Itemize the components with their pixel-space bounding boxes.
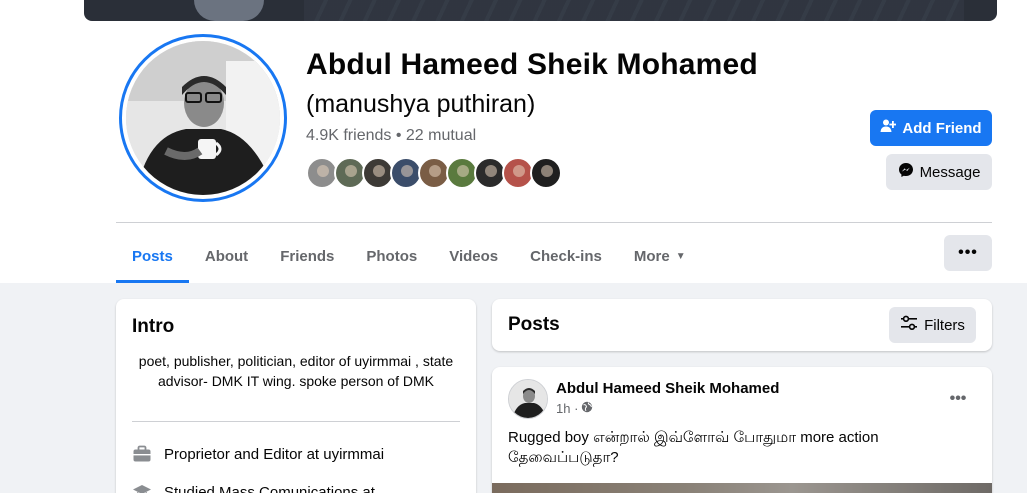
tab-posts[interactable]: Posts [116,232,189,283]
filters-button[interactable]: Filters [889,307,976,343]
mutual-friend-avatar[interactable] [530,157,562,189]
add-person-icon [880,118,897,138]
post-menu-button[interactable]: ••• [940,381,976,417]
tab-about[interactable]: About [189,232,264,280]
tab-photos[interactable]: Photos [350,232,433,280]
intro-title: Intro [132,316,175,337]
post-meta: 1h · [556,401,593,416]
filters-label: Filters [924,316,965,334]
profile-picture[interactable] [119,34,287,202]
caret-down-icon: ▼ [675,250,686,262]
add-friend-button[interactable]: Add Friend [870,110,992,146]
profile-name: Abdul Hameed Sheik Mohamed [306,48,758,81]
intro-bio: poet, publisher, politician, editor of u… [138,353,454,389]
header-divider [116,222,992,223]
post-author-avatar[interactable] [508,379,548,419]
more-options-button[interactable]: ••• [944,235,992,271]
friends-count-link[interactable]: 4.9K friends • 22 mutual [306,127,476,145]
post-author-name[interactable]: Abdul Hameed Sheik Mohamed [556,380,779,397]
message-button[interactable]: Message [886,154,992,190]
tab-videos[interactable]: Videos [433,232,514,280]
add-friend-label: Add Friend [902,119,982,137]
profile-tabs: Posts About Friends Photos Videos Check-… [116,232,702,284]
intro-divider [132,421,460,422]
message-label: Message [919,163,981,181]
post-timestamp[interactable]: 1h · [556,401,578,416]
post-text: Rugged boy என்றால் இவ்ளோவ் போதுமா more a… [508,429,879,466]
intro-item-text: Proprietor and Editor at uyirmmai [164,445,385,463]
globe-icon [581,401,593,416]
profile-alternate-name: (manushya puthiran) [306,90,536,118]
sliders-icon [900,315,918,335]
tab-more[interactable]: More ▼ [618,232,702,280]
cover-photo[interactable] [84,0,997,21]
intro-item-work: Proprietor and Editor at uyirmmai [132,444,384,464]
mutual-friends-avatars[interactable] [306,157,562,191]
intro-item-text: Studied Mass Comunications at [164,483,375,493]
graduation-cap-icon [132,482,152,493]
post-image[interactable] [492,483,992,493]
profile-photo [126,41,280,195]
profile-header: Abdul Hameed Sheik Mohamed (manushya put… [0,0,1027,283]
posts-header-card: Posts Filters [492,299,992,351]
briefcase-icon [132,444,152,464]
tab-friends[interactable]: Friends [264,232,350,280]
messenger-icon [898,162,914,182]
posts-title: Posts [508,314,560,335]
intro-card: Intro poet, publisher, politician, edito… [116,299,476,493]
tab-check-ins[interactable]: Check-ins [514,232,618,280]
intro-item-education: Studied Mass Comunications at [132,482,375,493]
post-card: Abdul Hameed Sheik Mohamed 1h · ••• Rugg… [492,367,992,493]
